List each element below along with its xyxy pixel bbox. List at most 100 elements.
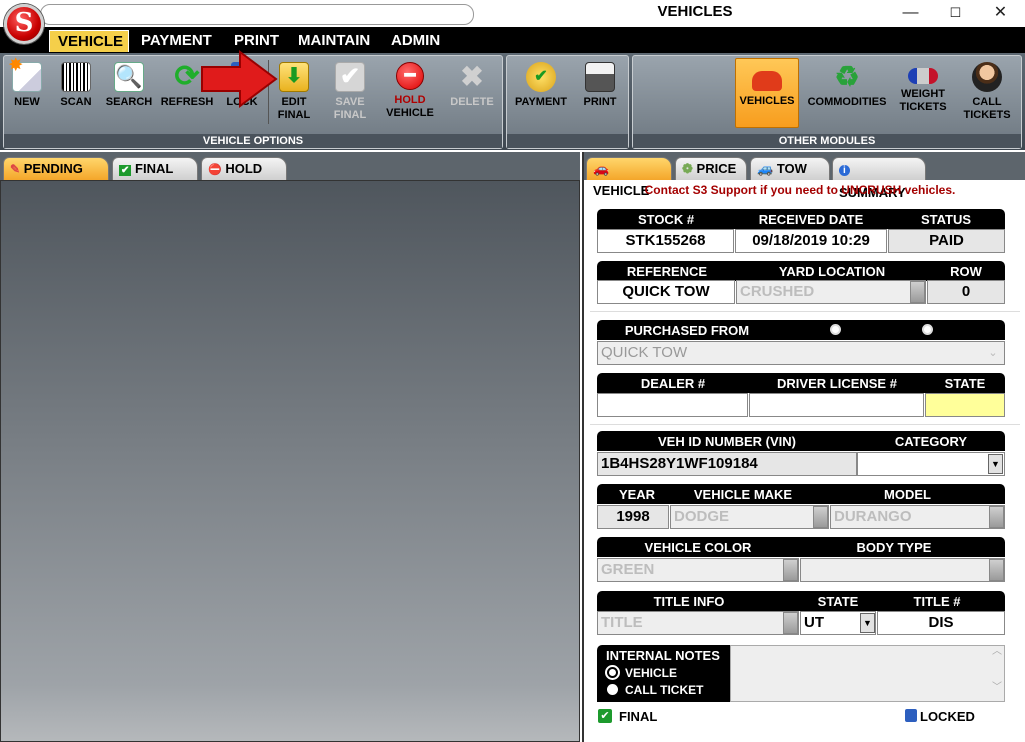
menu-vehicle[interactable]: VEHICLE [49, 30, 129, 52]
menu-maintain[interactable]: MAINTAIN [290, 30, 378, 52]
edit-final-button[interactable]: ⬇ EDIT FINAL [274, 60, 314, 122]
dealer-field[interactable] [597, 393, 748, 417]
tow-truck-icon: 🚙 [757, 161, 774, 176]
vin-field[interactable]: 1B4HS28Y1WF109184 [597, 452, 857, 476]
commodities-module-button[interactable]: ♻ COMMODITIES [805, 60, 889, 122]
vehicle-color-field[interactable]: GREEN [597, 558, 799, 582]
new-button[interactable]: ✸ NEW [8, 58, 46, 122]
barcode-icon [61, 62, 91, 92]
hold-vehicle-button[interactable]: ━ HOLD VEHICLE [382, 60, 438, 122]
notes-scrollbar[interactable]: ︿ ﹀ [990, 646, 1004, 701]
highlight-arrow-icon [201, 50, 278, 108]
yard-location-field[interactable]: CRUSHED [736, 280, 926, 304]
title-info-label: TITLE INFO [653, 594, 725, 609]
menu-payment[interactable]: PAYMENT [133, 30, 220, 52]
window-title: VEHICLES [657, 3, 733, 20]
maximize-button[interactable]: ☐ [933, 0, 978, 27]
tab-summary[interactable]: i SUMMARY [832, 157, 926, 200]
tab-hold[interactable]: ⛔ HOLD (0) [201, 157, 287, 199]
weight-tickets-module-button[interactable]: WEIGHT TICKETS [896, 60, 950, 122]
section-divider-2 [590, 424, 1020, 425]
app-logo[interactable]: S [4, 4, 44, 44]
chevron-down-icon[interactable]: ⌄ [984, 343, 1002, 363]
notes-call-ticket-radio[interactable] [607, 684, 618, 695]
title-state-dropdown-icon[interactable]: ▼ [860, 613, 875, 633]
hold-vehicle-label-2: VEHICLE [386, 107, 434, 119]
state-field[interactable] [925, 393, 1005, 417]
year-label: YEAR [618, 487, 656, 502]
pencil-icon: ✎ [10, 162, 21, 176]
print-button-label: PRINT [583, 96, 617, 108]
quick-search-bar[interactable] [40, 4, 474, 25]
reference-field[interactable]: QUICK TOW [597, 280, 735, 304]
section-divider [590, 311, 1020, 312]
save-final-button[interactable]: ✔ SAVE FINAL [330, 60, 370, 122]
final-checkbox-icon[interactable]: ✔ [598, 709, 612, 723]
body-type-field[interactable] [800, 558, 1005, 582]
status-label: STATUS [920, 212, 972, 227]
driver-license-label: DRIVER LICENSE # [777, 376, 897, 391]
close-button[interactable]: ✕ [978, 0, 1023, 27]
year-field[interactable]: 1998 [597, 505, 669, 529]
minimize-button[interactable]: — [888, 0, 933, 27]
call-tickets-module-button[interactable]: CALL TICKETS [960, 60, 1014, 122]
internal-notes-textarea[interactable] [730, 645, 1005, 702]
received-date-field[interactable]: 09/18/2019 10:29 [735, 229, 887, 253]
vehicle-color-label: VEHICLE COLOR [644, 540, 752, 555]
body-type-label: BODY TYPE [856, 540, 932, 555]
checkbox-icon: ✔ [119, 165, 132, 176]
menu-print[interactable]: PRINT [226, 30, 287, 52]
stock-number-field[interactable]: STK155268 [597, 229, 734, 253]
notes-vehicle-radio[interactable] [607, 667, 618, 678]
driver-license-field[interactable] [749, 393, 924, 417]
body-type-dropdown-button[interactable] [989, 559, 1004, 581]
tab-price-label: PRICE [696, 161, 737, 176]
weight-tickets-label-1: WEIGHT [901, 88, 945, 100]
uncrush-notice: Contact S3 Support if you need to UNCRUS… [644, 183, 956, 197]
refresh-icon: ⟳ [174, 60, 200, 93]
title-number-field[interactable]: DIS [877, 611, 1005, 635]
purchased-from-select[interactable]: QUICK TOW [597, 341, 1005, 365]
money-icon: ❁ [682, 161, 693, 176]
payment-print-group-label [507, 134, 628, 148]
commodities-module-label: COMMODITIES [807, 96, 887, 108]
pending-list[interactable] [0, 180, 580, 742]
print-button[interactable]: PRINT [578, 60, 622, 122]
tab-tow[interactable]: 🚙 TOW [750, 157, 830, 180]
color-dropdown-button[interactable] [783, 559, 798, 581]
hold-stop-icon: ━ [396, 62, 424, 90]
tab-final[interactable]: ✔ FINAL (0) [112, 157, 198, 200]
menu-admin[interactable]: ADMIN [383, 30, 448, 52]
vehicle-options-label: VEHICLE OPTIONS [4, 134, 502, 148]
model-field[interactable]: DURANGO [830, 505, 1005, 529]
tab-tow-label: TOW [776, 161, 807, 176]
tab-price[interactable]: ❁ PRICE [675, 157, 747, 180]
call-tickets-label-1: CALL [972, 96, 1002, 108]
vin-label: VEH ID NUMBER (VIN) [658, 434, 796, 449]
category-dropdown-icon[interactable]: ▼ [988, 454, 1003, 474]
scan-button[interactable]: SCAN [56, 60, 96, 122]
vehicle-make-field[interactable]: DODGE [670, 505, 829, 529]
payment-button[interactable]: ✔ PAYMENT [512, 60, 570, 122]
tab-vehicle[interactable]: 🚗 VEHICLE [586, 157, 672, 198]
search-button[interactable]: 🔍 SEARCH [104, 60, 154, 122]
title-info-dropdown-button[interactable] [783, 612, 798, 634]
tab-pending[interactable]: ✎ PENDING (0) [3, 157, 109, 198]
purchased-radio-1[interactable] [830, 324, 841, 335]
edit-folder-icon: ⬇ [279, 62, 309, 92]
purchased-from-label: PURCHASED FROM [624, 323, 750, 338]
yard-location-dropdown-button[interactable] [910, 281, 925, 303]
delete-button[interactable]: ✖ DELETE [446, 60, 498, 122]
reference-label: REFERENCE [626, 264, 708, 279]
state-label: STATE [944, 376, 986, 391]
purchased-radio-2[interactable] [922, 324, 933, 335]
delete-button-label: DELETE [450, 96, 494, 108]
category-select[interactable] [857, 452, 1005, 476]
model-dropdown-button[interactable] [989, 506, 1004, 528]
row-field[interactable]: 0 [927, 280, 1005, 304]
status-field: PAID [888, 229, 1005, 253]
yard-location-label: YARD LOCATION [778, 264, 886, 279]
title-info-field[interactable]: TITLE [597, 611, 799, 635]
vehicles-module-button[interactable]: VEHICLES [735, 58, 799, 128]
make-dropdown-button[interactable] [813, 506, 828, 528]
